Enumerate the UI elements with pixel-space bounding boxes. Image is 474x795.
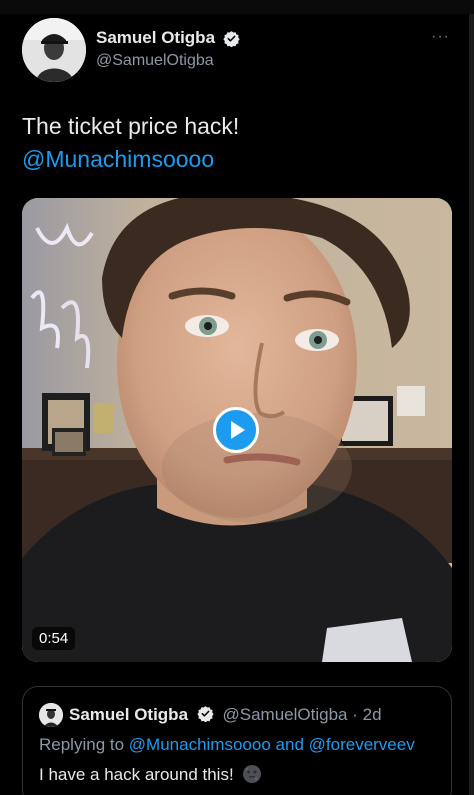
video-player[interactable]: 0:54: [22, 198, 452, 662]
more-options-icon[interactable]: ···: [431, 28, 450, 46]
scrollbar-track[interactable]: [469, 14, 474, 795]
replying-to-line: Replying to @Munachimsoooo and @foreverv…: [39, 735, 415, 755]
quoted-author-name[interactable]: Samuel Otigba: [69, 705, 188, 724]
quoted-tweet-card[interactable]: Samuel Otigba @SamuelOtigba · 2d Replyin…: [22, 686, 452, 795]
quoted-text-content: I have a hack around this!: [39, 765, 234, 784]
reply-mention-link[interactable]: @foreverveev: [309, 735, 415, 754]
avatar-image: [22, 18, 86, 82]
quoted-author-row: Samuel Otigba @SamuelOtigba · 2d: [69, 705, 382, 725]
tweet-header: Samuel Otigba @SamuelOtigba ···: [22, 18, 452, 82]
quoted-separator: ·: [352, 705, 358, 724]
author-name[interactable]: Samuel Otigba: [96, 28, 215, 48]
quoted-avatar-image: [39, 703, 63, 727]
quoted-timestamp[interactable]: 2d: [363, 705, 382, 724]
quoted-author-handle[interactable]: @SamuelOtigba: [223, 705, 348, 724]
quoted-tweet-text: I have a hack around this!: [39, 764, 262, 785]
author-avatar[interactable]: [22, 18, 86, 82]
video-duration-badge: 0:54: [32, 627, 76, 650]
tweet-mention-link[interactable]: @Munachimsoooo: [22, 143, 452, 176]
reply-and-text: and: [275, 735, 304, 754]
tweet-text-line: The ticket price hack!: [22, 113, 240, 139]
verified-badge-icon: [197, 706, 214, 722]
author-name-row: Samuel Otigba: [96, 28, 241, 48]
quoted-author-avatar[interactable]: [39, 703, 63, 727]
play-triangle-icon: [231, 421, 245, 439]
status-bar-edge: [0, 0, 474, 14]
tweet-text: The ticket price hack! @Munachimsoooo: [22, 110, 452, 176]
author-handle[interactable]: @SamuelOtigba: [96, 52, 214, 70]
play-icon[interactable]: [213, 407, 259, 453]
new-moon-face-emoji-icon: [243, 765, 262, 783]
reply-mention-link[interactable]: @Munachimsoooo: [129, 735, 271, 754]
verified-badge-icon: [223, 30, 241, 47]
replying-to-label: Replying to: [39, 735, 125, 754]
